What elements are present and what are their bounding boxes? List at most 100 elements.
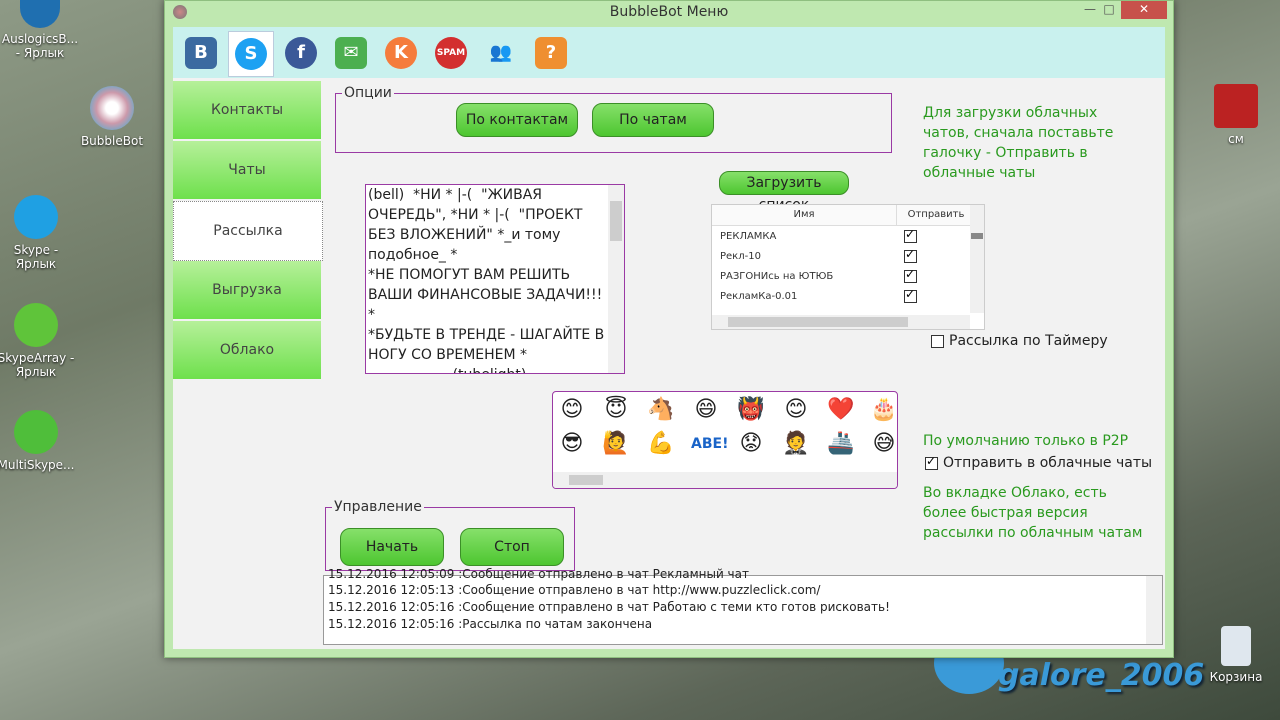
grid-hscroll-thumb[interactable] xyxy=(728,317,908,327)
stop-button[interactable]: Стоп xyxy=(460,528,564,566)
skype-tab[interactable]: S xyxy=(228,31,274,77)
by-chats-button[interactable]: По чатам xyxy=(592,103,714,137)
timer-checkbox[interactable] xyxy=(931,335,944,348)
chat-name: РАЗГОНИсь на ЮТЮБ xyxy=(720,271,834,282)
emoji-item[interactable]: ABE! xyxy=(691,430,728,458)
multiskype-icon xyxy=(14,410,58,454)
vk-icon: B xyxy=(185,37,217,69)
skype-icon xyxy=(14,195,58,239)
mail-tab[interactable]: ✉ xyxy=(329,31,373,75)
emoji-item[interactable]: 👹 xyxy=(736,396,766,424)
p2p-hint: По умолчанию только в P2P xyxy=(923,433,1129,449)
sidebar-item-cloud[interactable]: Облако xyxy=(173,321,321,379)
spam-tab[interactable]: SPAM xyxy=(429,31,473,75)
table-row[interactable]: РЕКЛАМКА xyxy=(712,227,974,247)
message-text: (bell) *НИ * |-( "ЖИВАЯ ОЧЕРЕДЬ", *НИ * … xyxy=(368,187,605,373)
options-group: Опции По контактам По чатам xyxy=(335,85,892,153)
emoji-item[interactable]: 😇 xyxy=(601,396,631,424)
desktop-icon-auslogics[interactable]: AuslogicsB... - Ярлык xyxy=(0,0,80,60)
toolbar: B S f ✉ K SPAM 👥 ? xyxy=(173,27,1165,78)
spam-icon: SPAM xyxy=(435,37,467,69)
desktop-icon-skype[interactable]: Skype - Ярлык xyxy=(0,195,76,271)
start-button[interactable]: Начать xyxy=(340,528,444,566)
auslogics-icon xyxy=(20,0,60,28)
table-row[interactable]: РАЗГОНИсь на ЮТЮБ xyxy=(712,267,974,287)
emoji-item[interactable]: 🤵 xyxy=(781,430,811,458)
maximize-button[interactable]: □ xyxy=(1097,1,1121,19)
users-tab[interactable]: 👥 xyxy=(479,31,523,75)
desktop-icon-label: AuslogicsB... - Ярлык xyxy=(1,32,79,60)
bubblebot-window: BubbleBot Меню — □ ✕ B S f ✉ K SPAM 👥 ? … xyxy=(164,0,1174,658)
emoji-hscroll[interactable] xyxy=(553,472,897,488)
chat-name: Рекл-10 xyxy=(720,251,761,262)
clock-icon xyxy=(1214,84,1258,128)
send-checkbox[interactable] xyxy=(904,227,917,243)
sidebar-item-contacts[interactable]: Контакты xyxy=(173,81,321,139)
log-scrollbar[interactable] xyxy=(1146,576,1162,644)
chat-name: РЕКЛАМКА xyxy=(720,231,777,242)
desktop-icon-label: Skype - Ярлык xyxy=(13,243,59,271)
emoji-item[interactable]: 💪 xyxy=(646,430,676,458)
help-tab[interactable]: ? xyxy=(529,31,573,75)
sidebar-item-mailing[interactable]: Рассылка xyxy=(173,201,323,261)
title-bar: BubbleBot Меню — □ ✕ xyxy=(165,1,1173,23)
grid-header-name[interactable]: Имя xyxy=(712,205,896,226)
desktop-icon-label: SkypeArray - Ярлык xyxy=(0,351,75,379)
window-title: BubbleBot Меню xyxy=(609,4,729,20)
users-icon: 👥 xyxy=(485,37,517,69)
recycle-bin-icon xyxy=(1221,626,1251,666)
send-checkbox[interactable] xyxy=(904,287,917,303)
grid-vscroll[interactable] xyxy=(970,205,984,313)
sidebar-item-chats[interactable]: Чаты xyxy=(173,141,321,199)
message-scrollbar[interactable] xyxy=(608,185,624,373)
k-tab[interactable]: K xyxy=(379,31,423,75)
facebook-tab[interactable]: f xyxy=(279,31,323,75)
log-line: 15.12.2016 12:05:16 :Рассылка по чатам з… xyxy=(328,617,653,631)
emoji-item[interactable]: 🚢 xyxy=(826,430,856,458)
skype-icon: S xyxy=(235,38,267,70)
emoji-panel: 😊 😇 🐴 😄 👹 😊 ❤️ 🎂 😎 🙋 💪 ABE! 😟 🤵 🚢 😅 xyxy=(552,391,898,489)
emoji-hscroll-thumb[interactable] xyxy=(569,475,603,485)
facebook-icon: f xyxy=(285,37,317,69)
close-button[interactable]: ✕ xyxy=(1121,1,1167,19)
emoji-item[interactable]: 😊 xyxy=(781,396,811,424)
desktop-icon-skypearray[interactable]: SkypeArray - Ярлык xyxy=(0,303,76,379)
emoji-item[interactable]: 🐴 xyxy=(646,396,676,424)
emoji-item[interactable]: 😊 xyxy=(557,396,587,424)
desktop-icon-bubblebot[interactable]: BubbleBot xyxy=(72,86,152,148)
scrollbar-thumb[interactable] xyxy=(610,201,622,241)
grid-hscroll[interactable] xyxy=(712,315,970,329)
log-line: 15.12.2016 12:05:09 :Сообщение отправлен… xyxy=(328,567,749,581)
emoji-item[interactable]: 😎 xyxy=(557,430,587,458)
desktop-icon-cm[interactable]: см xyxy=(1196,84,1276,146)
load-list-button[interactable]: Загрузить список xyxy=(719,171,849,213)
emoji-item[interactable]: 😟 xyxy=(736,430,766,458)
sidebar-item-export[interactable]: Выгрузка xyxy=(173,261,321,319)
send-checkbox[interactable] xyxy=(904,247,917,263)
watermark-text: galore_2006 xyxy=(998,658,1205,693)
control-group: Управление Начать Стоп xyxy=(325,499,575,571)
desktop-icon-label: MultiSkype... xyxy=(0,458,75,472)
desktop-icon-label: Корзина xyxy=(1209,670,1263,684)
table-row[interactable]: Рекл-10 xyxy=(712,247,974,267)
desktop-icon-recycle-bin[interactable]: Корзина xyxy=(1196,626,1276,684)
log-box[interactable]: 15.12.2016 12:05:09 :Сообщение отправлен… xyxy=(323,567,1163,645)
cloud-load-hint: Для загрузки облачных чатов, сначала пос… xyxy=(923,105,1114,181)
by-contacts-button[interactable]: По контактам xyxy=(456,103,578,137)
control-group-label: Управление xyxy=(332,499,424,515)
emoji-item[interactable]: 😄 xyxy=(691,396,721,424)
desktop-icon-multiskype[interactable]: MultiSkype... xyxy=(0,410,76,472)
emoji-item[interactable]: ❤️ xyxy=(826,396,856,424)
table-row[interactable]: РекламКа-0.01 xyxy=(712,287,974,307)
log-line: 15.12.2016 12:05:13 :Сообщение отправлен… xyxy=(328,583,821,597)
emoji-item[interactable]: 🎂 xyxy=(869,396,897,424)
send-checkbox[interactable] xyxy=(904,267,917,283)
emoji-item[interactable]: 🙋 xyxy=(601,430,631,458)
grid-header-send[interactable]: Отправить xyxy=(896,205,975,226)
message-textarea[interactable]: (bell) *НИ * |-( "ЖИВАЯ ОЧЕРЕДЬ", *НИ * … xyxy=(365,184,625,374)
emoji-item[interactable]: 😅 xyxy=(869,430,897,458)
grid-vscroll-thumb[interactable] xyxy=(971,233,983,239)
k-icon: K xyxy=(385,37,417,69)
vk-tab[interactable]: B xyxy=(179,31,223,75)
send-cloud-checkbox[interactable] xyxy=(925,454,938,470)
